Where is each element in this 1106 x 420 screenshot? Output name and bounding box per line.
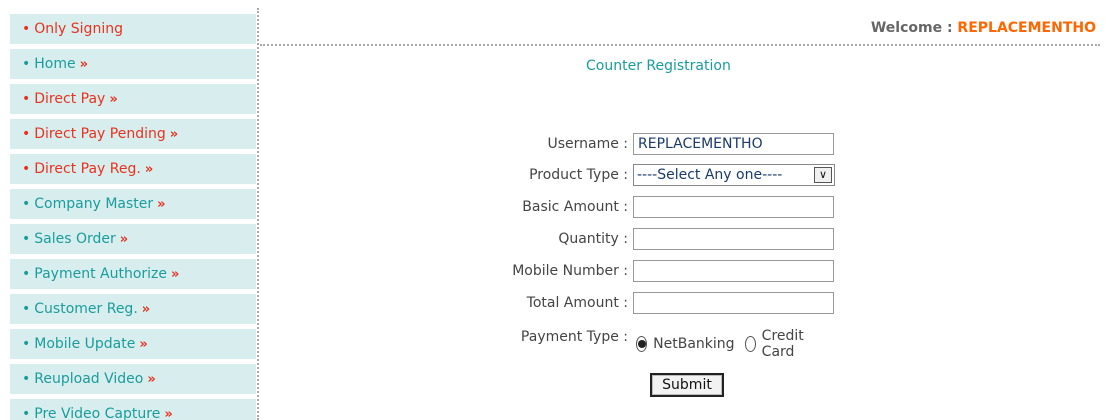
chevron-right-icon: » bbox=[141, 302, 151, 317]
chevron-right-icon: » bbox=[164, 407, 173, 420]
welcome-username: REPLACEMENTHO bbox=[957, 20, 1096, 36]
sidebar-item-label: Direct Pay bbox=[34, 91, 106, 107]
credit-card-label[interactable]: Credit Card bbox=[762, 328, 814, 360]
bullet-icon: • bbox=[22, 231, 31, 247]
bullet-icon: • bbox=[22, 266, 31, 282]
sidebar-item-home[interactable]: • Home» bbox=[10, 49, 256, 80]
radio-selected-dot bbox=[637, 340, 646, 348]
mobile-number-field[interactable] bbox=[633, 260, 834, 282]
sidebar-item-payment-authorize[interactable]: • Payment Authorize » bbox=[10, 259, 256, 290]
chevron-right-icon: » bbox=[139, 337, 148, 352]
sidebar-item-label: Company Master bbox=[34, 196, 154, 212]
sidebar-item-label: Direct Pay Reg. bbox=[34, 161, 141, 177]
sidebar-item-label: Payment Authorize bbox=[34, 266, 167, 282]
sidebar-item-label: Direct Pay Pending bbox=[34, 126, 166, 142]
bullet-icon: • bbox=[22, 336, 31, 352]
bullet-icon: • bbox=[22, 21, 31, 37]
sidebar-item-only-signing[interactable]: • Only Signing bbox=[10, 14, 256, 45]
bullet-icon: • bbox=[22, 56, 31, 72]
username-label: Username : bbox=[547, 136, 628, 152]
chevron-right-icon: » bbox=[144, 162, 154, 177]
sidebar-item-sales-order[interactable]: • Sales Order» bbox=[10, 224, 256, 255]
payment-type-group: NetBanking Credit Card bbox=[636, 328, 824, 360]
bullet-icon: • bbox=[22, 126, 31, 142]
bullet-icon: • bbox=[22, 161, 31, 177]
bullet-icon: • bbox=[22, 91, 31, 107]
submit-button[interactable]: Submit bbox=[650, 373, 724, 397]
chevron-right-icon: » bbox=[171, 267, 180, 282]
sidebar-item-label: Sales Order bbox=[34, 231, 116, 247]
sidebar-item-label: Home bbox=[34, 56, 76, 72]
page-title: Counter Registration bbox=[586, 58, 731, 74]
basic-amount-field[interactable] bbox=[633, 196, 834, 218]
sidebar-item-direct-pay-pending[interactable]: • Direct Pay Pending» bbox=[10, 119, 256, 150]
sidebar-item-direct-pay-reg[interactable]: • Direct Pay Reg.» bbox=[10, 154, 256, 185]
basic-amount-label: Basic Amount : bbox=[522, 199, 628, 215]
bullet-icon: • bbox=[22, 196, 31, 212]
bullet-icon: • bbox=[22, 371, 31, 387]
sidebar-nav: • Only Signing • Home» • Direct Pay» • Direc… bbox=[10, 14, 256, 420]
chevron-right-icon: » bbox=[147, 372, 156, 387]
bullet-icon: • bbox=[22, 301, 31, 317]
sidebar-item-pre-video-capture[interactable]: • Pre Video Capture» bbox=[10, 399, 256, 420]
sidebar-item-company-master[interactable]: • Company Master» bbox=[10, 189, 256, 220]
netbanking-label[interactable]: NetBanking bbox=[653, 336, 734, 352]
product-type-label: Product Type : bbox=[529, 167, 628, 183]
credit-card-radio[interactable] bbox=[744, 336, 756, 352]
quantity-label: Quantity : bbox=[558, 231, 628, 247]
header-divider bbox=[260, 44, 1100, 46]
bullet-icon: • bbox=[22, 406, 31, 420]
vertical-divider bbox=[257, 8, 259, 420]
chevron-right-icon: » bbox=[109, 92, 118, 107]
payment-type-label: Payment Type : bbox=[520, 329, 628, 345]
chevron-down-icon[interactable]: ∨ bbox=[814, 167, 832, 183]
sidebar-item-mobile-update[interactable]: • Mobile Update» bbox=[10, 329, 256, 360]
sidebar-item-reupload-video[interactable]: • Reupload Video» bbox=[10, 364, 256, 395]
welcome-banner: Welcome : REPLACEMENTHO bbox=[871, 20, 1096, 36]
chevron-right-icon: » bbox=[119, 232, 129, 247]
chevron-right-icon: » bbox=[157, 197, 166, 212]
username-field[interactable]: REPLACEMENTHO bbox=[633, 133, 834, 155]
sidebar-item-direct-pay[interactable]: • Direct Pay» bbox=[10, 84, 256, 115]
sidebar-item-label: Reupload Video bbox=[34, 371, 144, 387]
netbanking-radio[interactable] bbox=[636, 336, 648, 352]
chevron-right-icon: » bbox=[169, 127, 179, 142]
mobile-number-label: Mobile Number : bbox=[512, 263, 628, 279]
chevron-right-icon: » bbox=[79, 57, 89, 72]
sidebar-item-label: Mobile Update bbox=[34, 336, 136, 352]
sidebar-item-label: Pre Video Capture bbox=[34, 406, 161, 420]
sidebar-item-label: Customer Reg. bbox=[34, 301, 138, 317]
sidebar-item-label: Only Signing bbox=[34, 21, 123, 37]
total-amount-label: Total Amount : bbox=[526, 295, 628, 311]
welcome-label: Welcome : bbox=[870, 20, 958, 36]
total-amount-field[interactable] bbox=[633, 292, 834, 314]
product-type-selected: ----Select Any one---- bbox=[637, 167, 783, 183]
quantity-field[interactable] bbox=[633, 228, 834, 250]
product-type-select[interactable]: ----Select Any one---- ∨ bbox=[633, 164, 835, 186]
sidebar-item-customer-reg[interactable]: • Customer Reg.» bbox=[10, 294, 256, 325]
